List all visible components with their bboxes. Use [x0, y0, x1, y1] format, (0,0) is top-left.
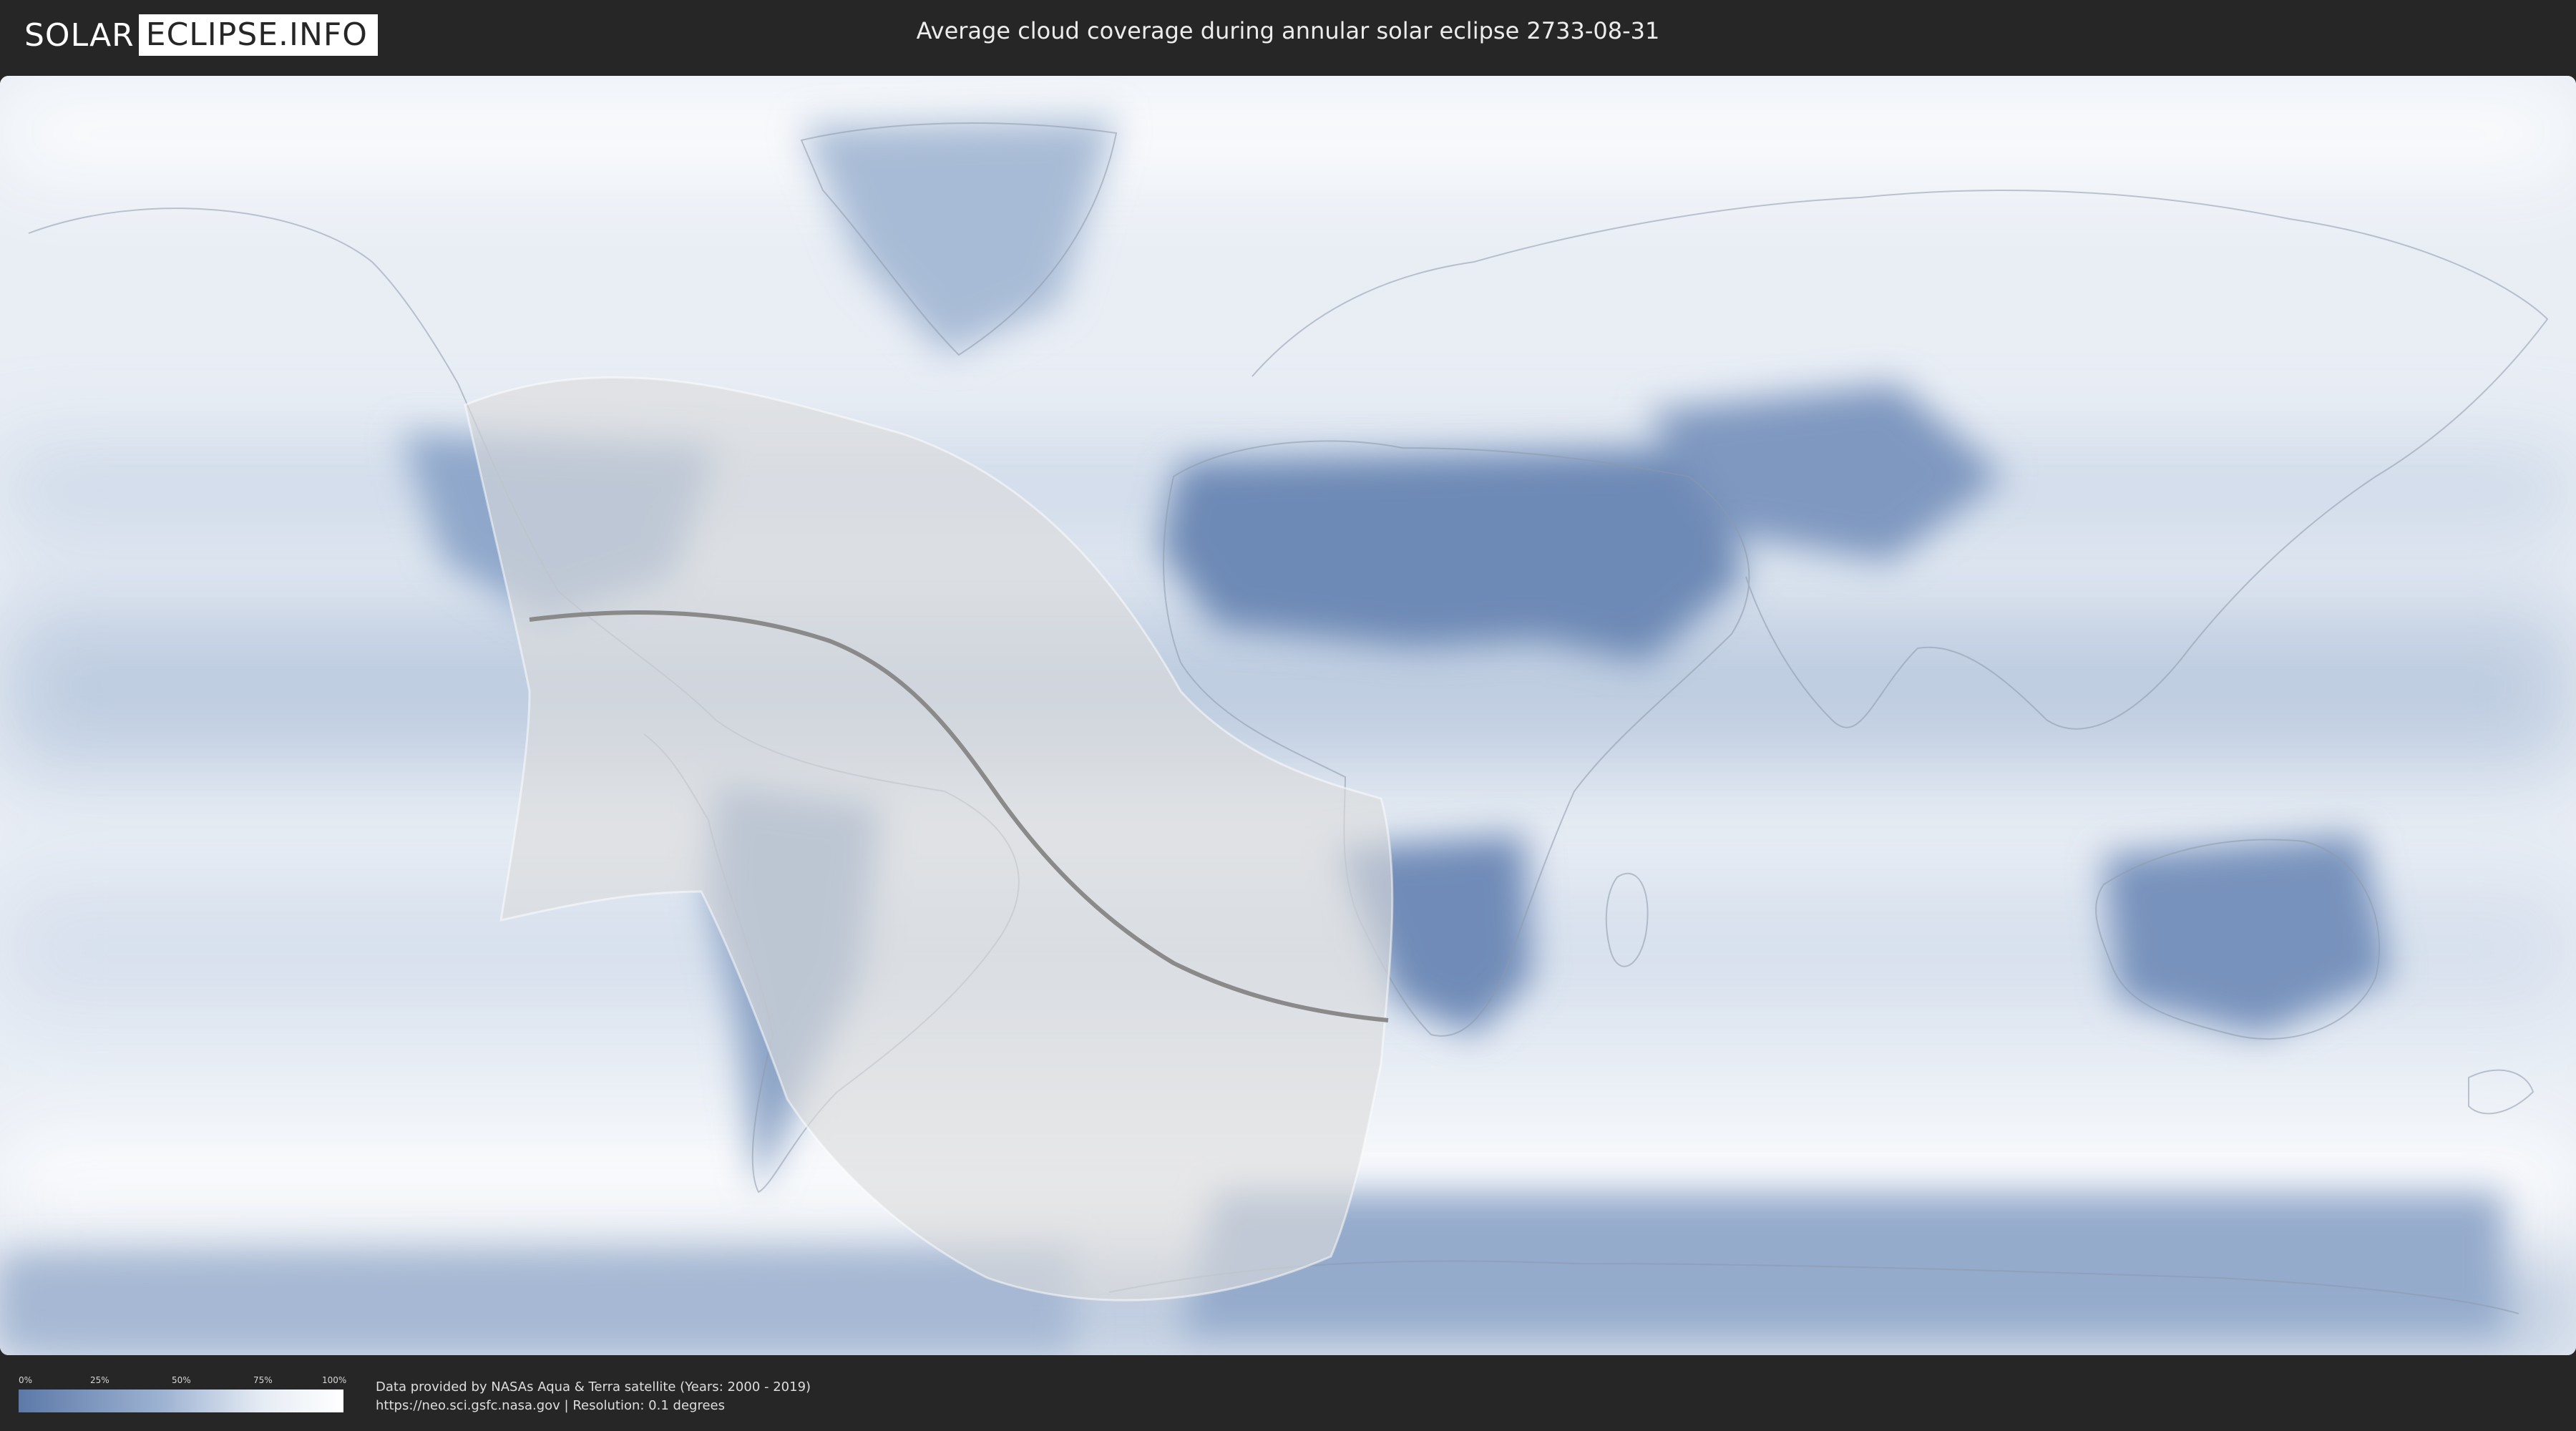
cloud-coverage-map: [0, 76, 2576, 1355]
legend-tick-25: 25%: [90, 1375, 109, 1385]
legend-tick-0: 0%: [19, 1375, 33, 1385]
legend-tick-75: 75%: [253, 1375, 273, 1385]
data-credits: Data provided by NASAs Aqua & Terra sate…: [376, 1378, 811, 1415]
legend-ticks: 0% 25% 50% 75% 100%: [19, 1375, 347, 1390]
credits-url-resolution[interactable]: https://neo.sci.gsfc.nasa.gov | Resoluti…: [376, 1397, 811, 1415]
legend-color-bar: [19, 1390, 343, 1412]
cloud-coverage-legend: 0% 25% 50% 75% 100%: [19, 1375, 347, 1412]
legend-tick-50: 50%: [172, 1375, 191, 1385]
credits-source: Data provided by NASAs Aqua & Terra sate…: [376, 1379, 811, 1395]
page-title: Average cloud coverage during annular so…: [916, 17, 1660, 44]
header-bar: SOLAR ECLIPSE.INFO Average cloud coverag…: [0, 0, 2576, 72]
legend-tick-100: 100%: [322, 1375, 347, 1385]
